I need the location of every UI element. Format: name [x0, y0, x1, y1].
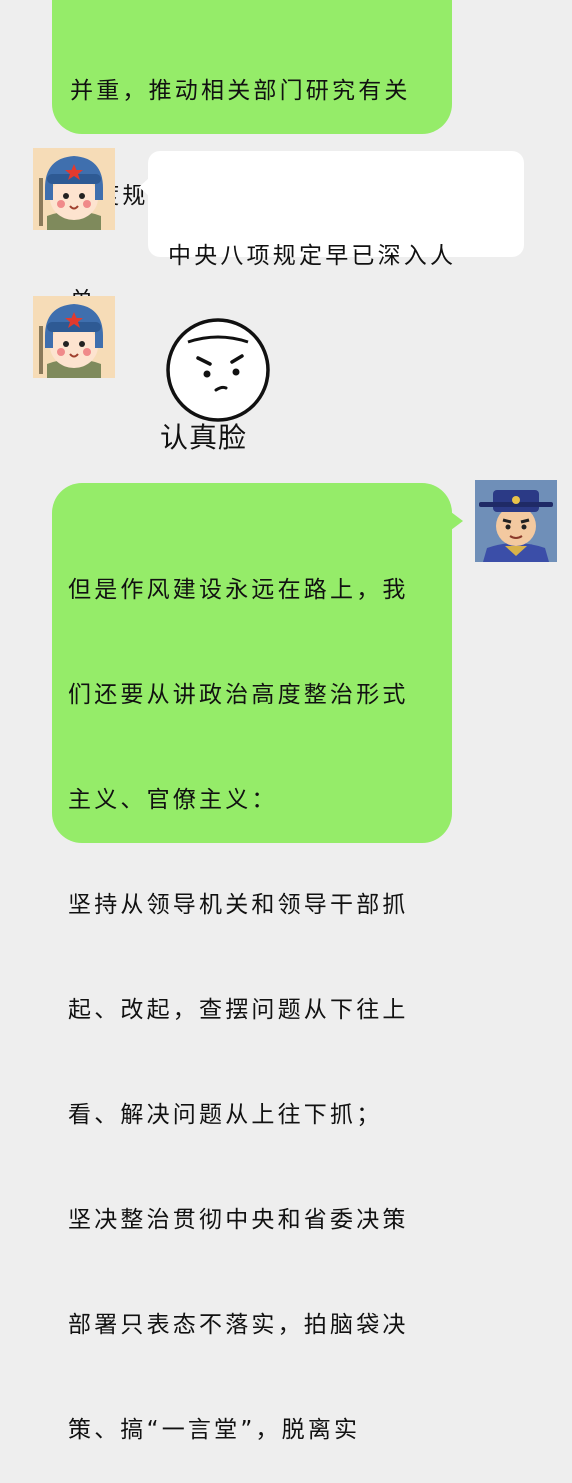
bubble-tail: [451, 512, 463, 530]
soldier-avatar-icon: [33, 296, 115, 378]
message-line: 策、搞“一言堂”，脱离实: [68, 1417, 361, 1443]
message-bubble-self[interactable]: 并重，推动相关部门研究有关 制度规定，列出正面、负面清 单。: [52, 0, 452, 314]
message-line: 主义、官僚主义：: [68, 787, 278, 813]
message-line: 看、解决问题从上往下抓；: [68, 1102, 383, 1128]
soldier-avatar-icon: [33, 148, 115, 230]
message-line: 但是作风建设永远在路上，我: [68, 577, 409, 603]
message-line: 部署只表态不落实，拍脑袋决: [68, 1312, 409, 1338]
sticker-serious-face[interactable]: 认真脸: [150, 318, 290, 458]
message-line: 坚决整治贯彻中央和省委决策: [68, 1207, 409, 1233]
message-line: 并重，推动相关部门研究有关: [70, 78, 411, 104]
official-avatar[interactable]: [475, 480, 557, 562]
message-line: 中央八项规定早已深入人: [168, 243, 457, 269]
sticker-caption: 认真脸: [160, 421, 248, 454]
soldier-avatar[interactable]: [33, 148, 115, 230]
message-bubble-self[interactable]: 但是作风建设永远在路上，我 们还要从讲政治高度整治形式 主义、官僚主义： 坚持从…: [52, 483, 452, 1443]
soldier-avatar[interactable]: [33, 296, 115, 378]
message-bubble-other[interactable]: 中央八项规定早已深入人 心。: [148, 151, 524, 374]
message-line: 起、改起，查摆问题从下往上: [68, 997, 409, 1023]
official-avatar-icon: [475, 480, 557, 562]
message-line: 坚持从领导机关和领导干部抓: [68, 892, 409, 918]
message-line: 们还要从讲政治高度整治形式: [68, 682, 409, 708]
